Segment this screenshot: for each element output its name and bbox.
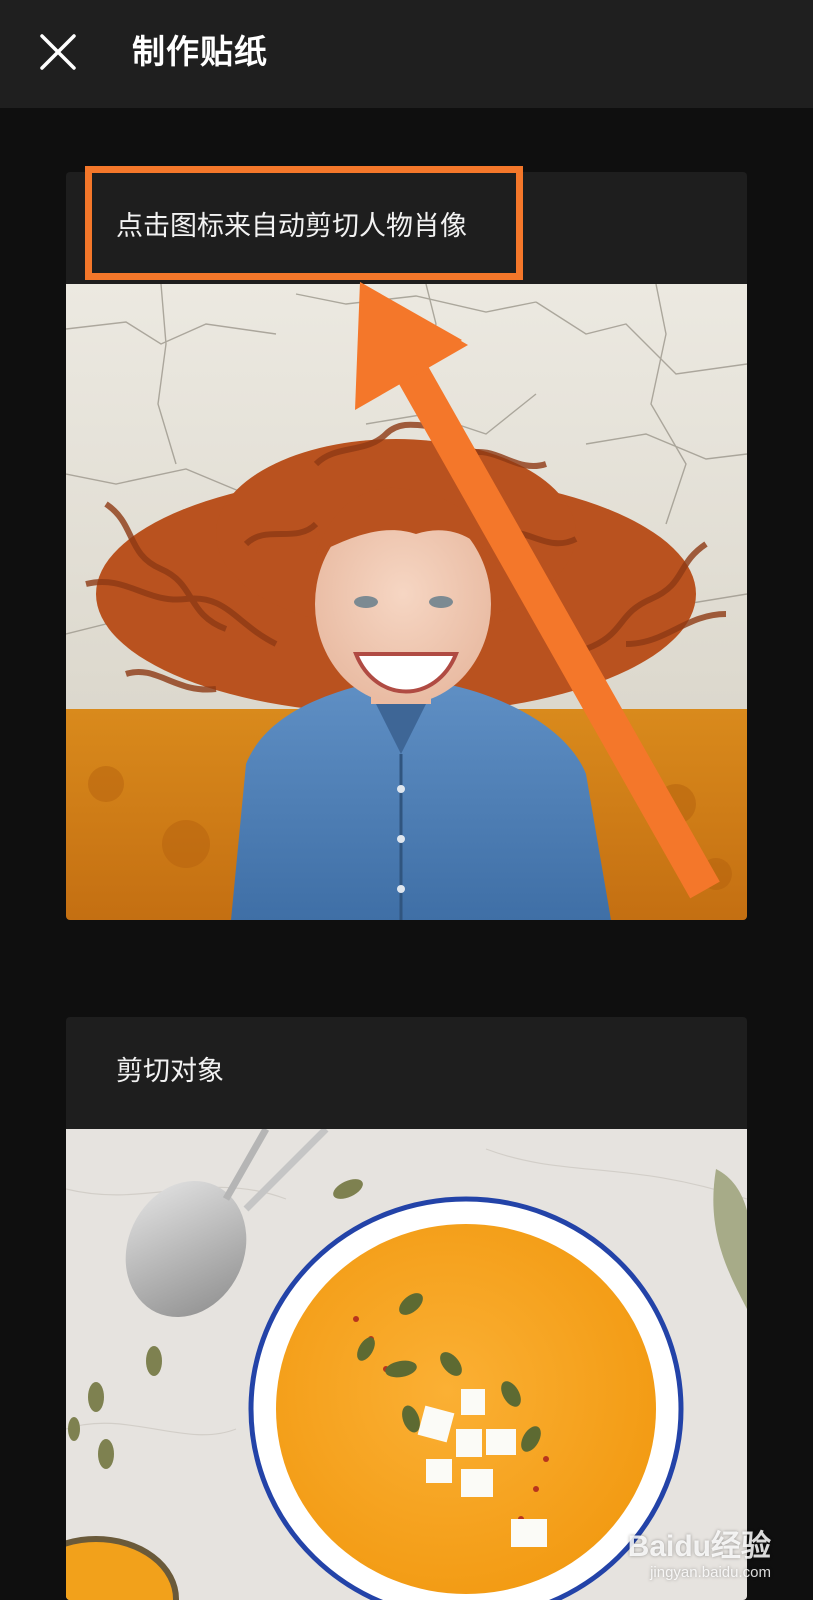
- close-icon: [40, 34, 76, 70]
- watermark-logo: Baidu经验: [627, 1530, 771, 1563]
- object-cutout-label: 剪切对象: [116, 1056, 224, 1087]
- close-button[interactable]: [30, 24, 86, 80]
- card-header[interactable]: 点击图标来自动剪切人物肖像: [66, 172, 747, 284]
- portrait-cutout-card[interactable]: 点击图标来自动剪切人物肖像: [66, 172, 747, 920]
- watermark: Baidu经验 jingyan.baidu.com: [628, 1530, 771, 1582]
- portrait-illustration: [66, 284, 747, 920]
- card-header[interactable]: 剪切对象: [66, 1017, 747, 1129]
- portrait-cutout-label: 点击图标来自动剪切人物肖像: [116, 211, 467, 242]
- object-cutout-card[interactable]: 剪切对象: [66, 1017, 747, 1600]
- watermark-url: jingyan.baidu.com: [650, 1564, 771, 1581]
- top-bar: 制作贴纸: [0, 0, 813, 108]
- page-title: 制作贴纸: [132, 32, 268, 71]
- portrait-photo[interactable]: [66, 284, 747, 920]
